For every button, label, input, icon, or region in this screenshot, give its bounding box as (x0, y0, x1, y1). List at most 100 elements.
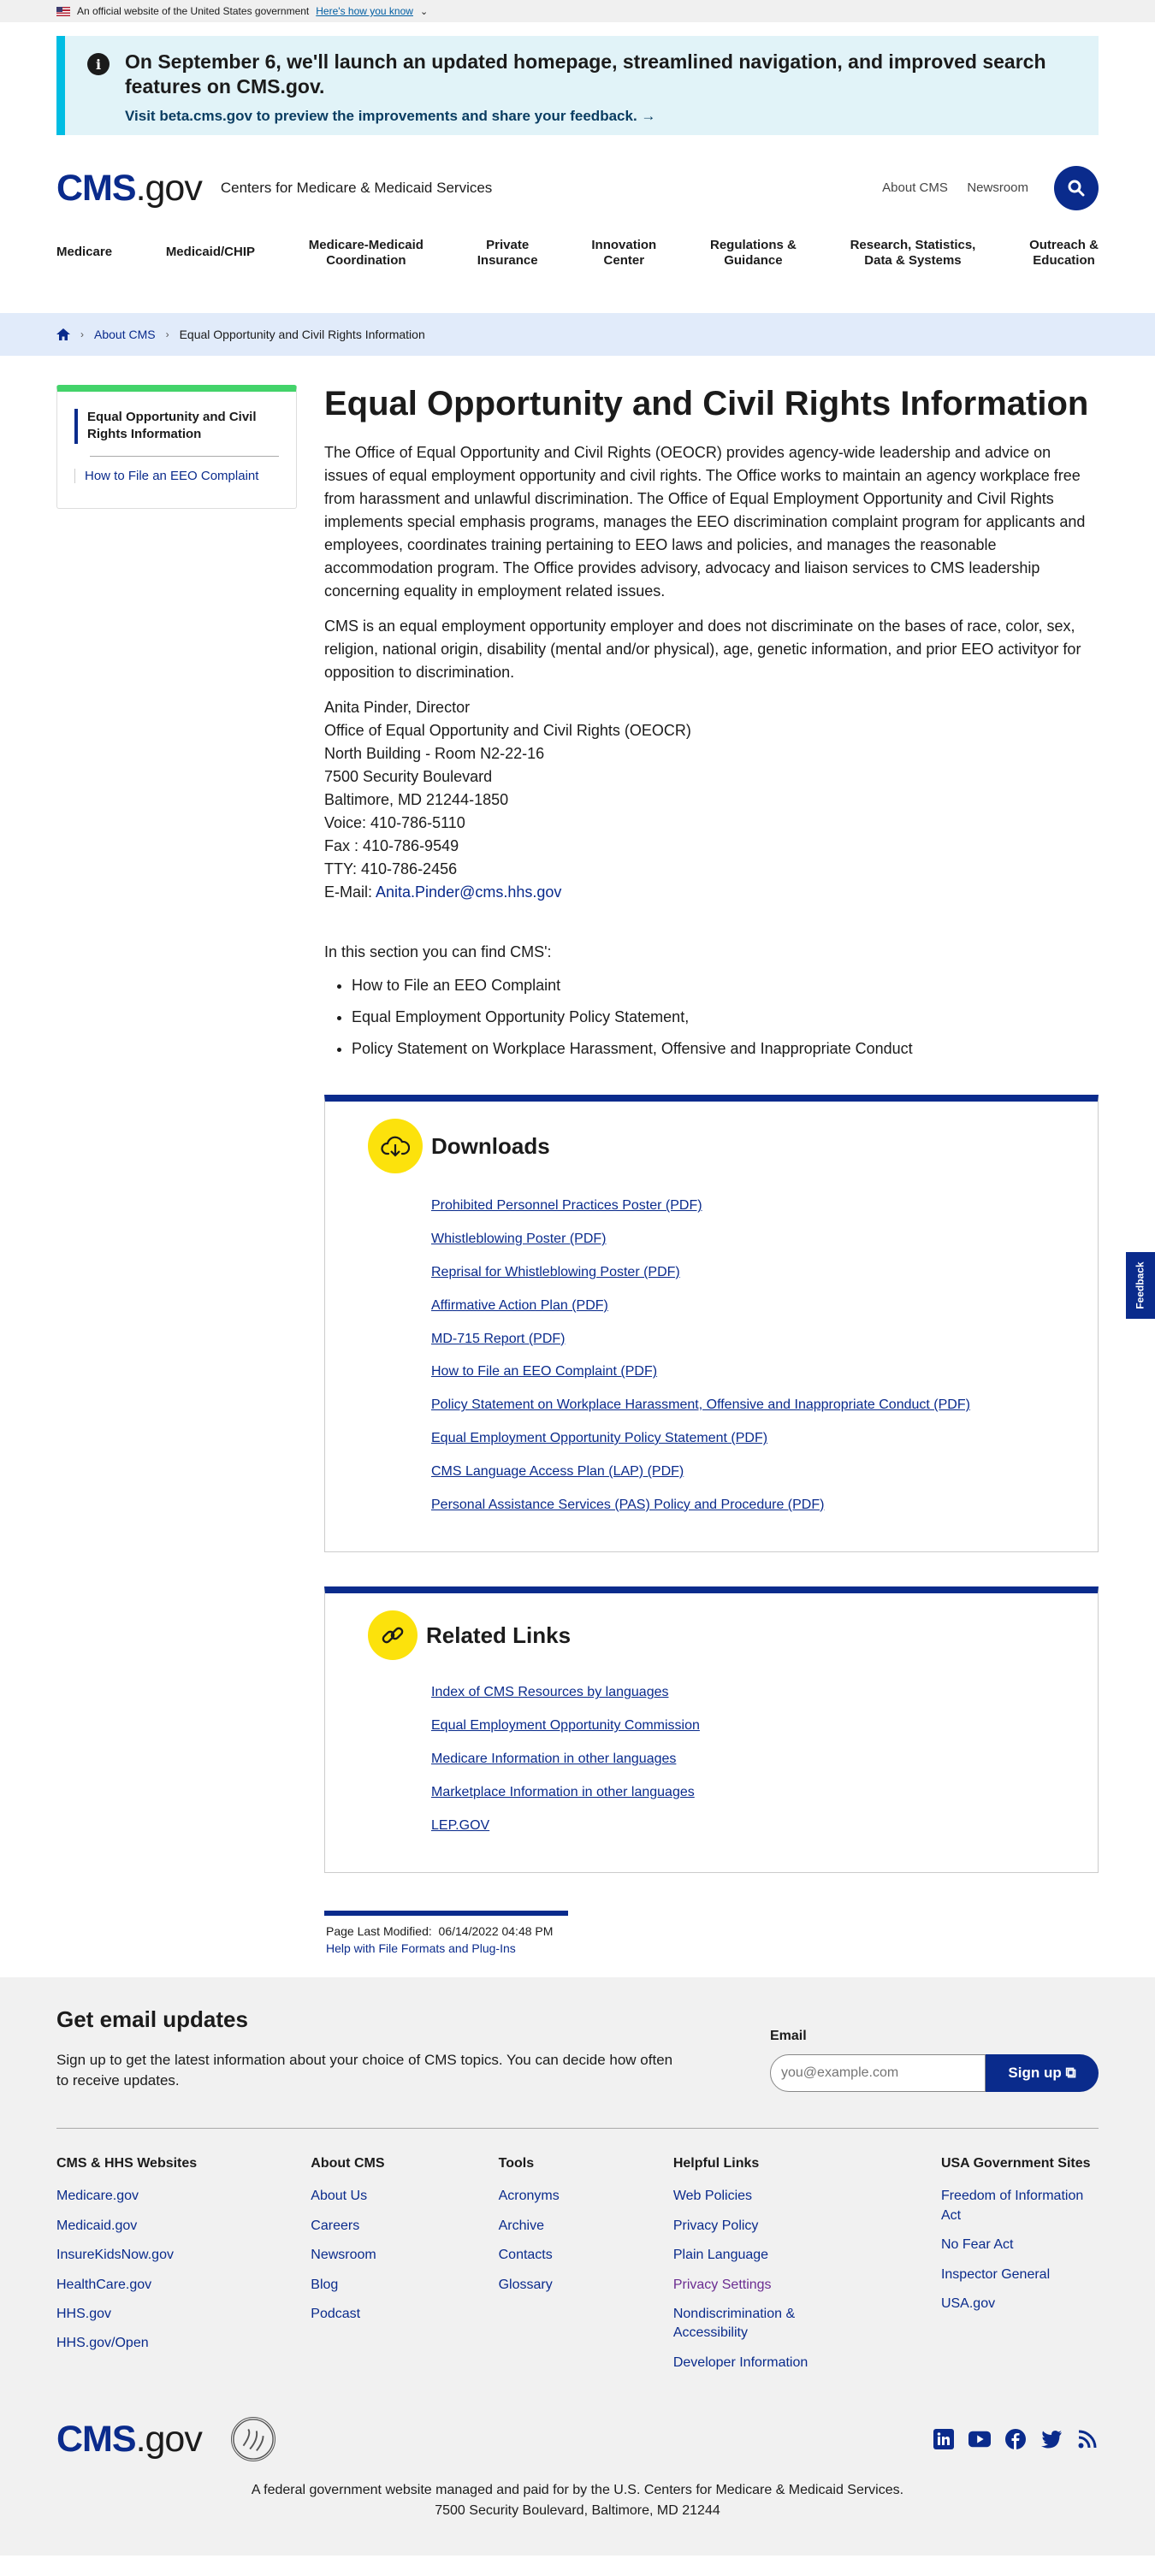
site-footer: Get email updates Sign up to get the lat… (0, 1977, 1155, 2556)
breadcrumb: › About CMS › Equal Opportunity and Civi… (0, 313, 1155, 356)
download-link[interactable]: Equal Employment Opportunity Policy Stat… (431, 1430, 1055, 1448)
footer-col-cms-hhs: CMS & HHS Websites Medicare.gov Medicaid… (56, 2156, 197, 2383)
related-link[interactable]: Equal Employment Opportunity Commission (431, 1717, 1055, 1735)
agency-name: Centers for Medicare & Medicaid Services (220, 180, 493, 196)
footer-link[interactable]: HealthCare.gov (56, 2276, 197, 2295)
chevron-right-icon: › (80, 328, 84, 340)
download-link[interactable]: Prohibited Personnel Practices Poster (P… (431, 1197, 1055, 1215)
footer-link[interactable]: Blog (311, 2276, 384, 2295)
footer-cms-logo[interactable]: CMS .gov (56, 2419, 203, 2461)
nav-medicare-medicaid-coordination[interactable]: Medicare-Medicaid Coordination (309, 238, 424, 269)
breadcrumb-current: Equal Opportunity and Civil Rights Infor… (179, 328, 425, 341)
footer-link[interactable]: Careers (311, 2217, 384, 2236)
email-updates-title: Get email updates (56, 2006, 248, 2033)
intro-paragraph: The Office of Equal Opportunity and Civi… (324, 444, 1086, 600)
footer-col-tools: Tools Acronyms Archive Contacts Glossary (499, 2156, 560, 2383)
modified-date: 06/14/2022 04:48 PM (438, 1924, 554, 1939)
footer-link[interactable]: Plain Language (673, 2246, 827, 2265)
footer-link[interactable]: About Us (311, 2187, 384, 2206)
download-link[interactable]: Personal Assistance Services (PAS) Polic… (431, 1497, 1055, 1515)
footer-link[interactable]: Inspector General (941, 2266, 1099, 2284)
eeo-statement-paragraph: CMS is an equal employment opportunity e… (324, 617, 1081, 681)
contact-email-link[interactable]: Anita.Pinder@cms.hhs.gov (376, 883, 561, 901)
gov-banner: An official website of the United States… (0, 0, 1155, 22)
page-title: Equal Opportunity and Civil Rights Infor… (324, 385, 1089, 422)
nav-medicare[interactable]: Medicare (56, 245, 112, 260)
email-updates-text: Sign up to get the latest information ab… (56, 2052, 673, 2089)
download-link[interactable]: Affirmative Action Plan (PDF) (431, 1297, 1055, 1315)
site-header: CMS .gov Centers for Medicare & Medicaid … (0, 147, 1155, 229)
cms-logo[interactable]: CMS .gov (56, 168, 203, 210)
newsroom-link[interactable]: Newsroom (967, 180, 1028, 195)
home-icon[interactable] (56, 328, 70, 340)
alert-link[interactable]: Visit beta.cms.gov to preview the improv… (125, 108, 655, 124)
downloads-heading: Downloads (431, 1132, 550, 1159)
footer-link[interactable]: HHS.gov (56, 2305, 197, 2324)
info-icon: i (87, 53, 110, 75)
related-link[interactable]: Index of CMS Resources by languages (431, 1684, 1055, 1702)
nav-medicaid-chip[interactable]: Medicaid/CHIP (166, 245, 255, 260)
footer-link[interactable]: Acronyms (499, 2187, 560, 2206)
arrow-right-icon: → (641, 107, 656, 124)
twitter-icon[interactable] (1040, 2428, 1063, 2450)
related-link[interactable]: Marketplace Information in other languag… (431, 1784, 1055, 1802)
section-list: How to File an EEO Complaint Equal Emplo… (352, 973, 1099, 1061)
search-button[interactable] (1054, 166, 1099, 210)
linkedin-icon[interactable] (933, 2428, 955, 2450)
footer-link[interactable]: InsureKidsNow.gov (56, 2246, 197, 2265)
footer-link[interactable]: Developer Information (673, 2354, 827, 2372)
list-item: How to File an EEO Complaint (352, 973, 1099, 998)
nav-outreach-education[interactable]: Outreach & Education (1029, 238, 1099, 269)
footer-col-about: About CMS About Us Careers Newsroom Blog… (311, 2156, 384, 2383)
gov-banner-text: An official website of the United States… (77, 5, 310, 17)
download-link[interactable]: How to File an EEO Complaint (PDF) (431, 1363, 1055, 1381)
footer-col-usa-gov: USA Government Sites Freedom of Informat… (941, 2156, 1099, 2383)
contact-address: Anita Pinder, Director Office of Equal O… (324, 699, 691, 901)
related-links-box: Related Links Index of CMS Resources by … (324, 1586, 1099, 1874)
download-link[interactable]: MD-715 Report (PDF) (431, 1331, 1055, 1349)
download-link[interactable]: Whistleblowing Poster (PDF) (431, 1231, 1055, 1249)
email-input[interactable] (770, 2054, 986, 2093)
related-link[interactable]: LEP.GOV (431, 1817, 1055, 1835)
footer-link[interactable]: Medicaid.gov (56, 2217, 197, 2236)
footer-link[interactable]: USA.gov (941, 2295, 1099, 2313)
download-link[interactable]: Policy Statement on Workplace Harassment… (431, 1397, 1055, 1415)
footer-link[interactable]: Podcast (311, 2305, 384, 2324)
footer-link[interactable]: Privacy Policy (673, 2217, 827, 2236)
nav-innovation-center[interactable]: Innovation Center (591, 238, 656, 269)
footer-link[interactable]: Freedom of Information Act (941, 2187, 1099, 2225)
chevron-down-icon[interactable]: ⌄ (420, 6, 428, 17)
footer-link[interactable]: Privacy Settings (673, 2276, 827, 2295)
rss-icon[interactable] (1076, 2428, 1099, 2450)
nav-private-insurance[interactable]: Private Insurance (477, 238, 538, 269)
launch-alert: i On September 6, we'll launch an update… (56, 36, 1099, 135)
facebook-icon[interactable] (1004, 2428, 1027, 2450)
footer-link[interactable]: Contacts (499, 2246, 560, 2265)
footer-link[interactable]: Nondiscrimination & Accessibility (673, 2305, 827, 2343)
section-intro: In this section you can find CMS': (324, 943, 552, 960)
heres-how-you-know-link[interactable]: Here's how you know (316, 5, 413, 17)
footer-link[interactable]: Newsroom (311, 2246, 384, 2265)
footer-link[interactable]: Glossary (499, 2276, 560, 2295)
footer-link[interactable]: Web Policies (673, 2187, 827, 2206)
download-link[interactable]: Reprisal for Whistleblowing Poster (PDF) (431, 1264, 1055, 1282)
feedback-tab[interactable]: Feedback (1126, 1252, 1155, 1319)
help-file-formats-link[interactable]: Help with File Formats and Plug-Ins (326, 1941, 566, 1955)
sidenav-item-active[interactable]: Equal Opportunity and Civil Rights Infor… (74, 409, 279, 444)
footer-note: A federal government website managed and… (251, 2483, 904, 2519)
nav-research-statistics[interactable]: Research, Statistics, Data & Systems (850, 238, 976, 269)
footer-link[interactable]: Medicare.gov (56, 2187, 197, 2206)
external-link-icon: ⧉ (1065, 2065, 1076, 2082)
nav-regulations-guidance[interactable]: Regulations & Guidance (710, 238, 797, 269)
breadcrumb-about-cms[interactable]: About CMS (94, 328, 156, 341)
list-item: Equal Employment Opportunity Policy Stat… (352, 1005, 1099, 1030)
footer-link[interactable]: Archive (499, 2217, 560, 2236)
download-link[interactable]: CMS Language Access Plan (LAP) (PDF) (431, 1463, 1055, 1481)
footer-link[interactable]: HHS.gov/Open (56, 2334, 197, 2353)
youtube-icon[interactable] (968, 2428, 991, 2450)
sign-up-button[interactable]: Sign up ⧉ (986, 2054, 1099, 2093)
about-cms-link[interactable]: About CMS (882, 180, 948, 195)
footer-link[interactable]: No Fear Act (941, 2236, 1099, 2254)
sidenav-item-eeo-complaint[interactable]: How to File an EEO Complaint (85, 469, 258, 483)
related-link[interactable]: Medicare Information in other languages (431, 1751, 1055, 1769)
